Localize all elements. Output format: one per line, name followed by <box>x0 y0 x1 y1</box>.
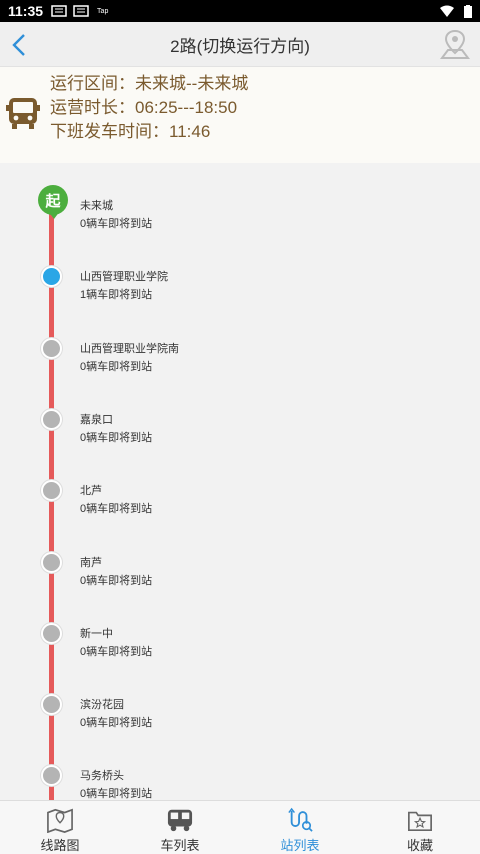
station-arrival-status: 1辆车即将到站 <box>80 289 153 302</box>
map-location-icon[interactable] <box>440 28 470 60</box>
notification-app-icon <box>73 5 89 17</box>
station-name: 嘉泉口 <box>80 413 113 426</box>
route-info-text: 运行区间：未来城--未来城 运营时长：06:25---18:50 下班发车时间：… <box>50 72 248 144</box>
station-item[interactable]: 滨汾花园 0辆车即将到站 <box>0 694 480 754</box>
station-item[interactable]: 未来城 0辆车即将到站 <box>0 195 480 255</box>
status-bar: 11:35 Tap <box>0 0 480 22</box>
tab-label: 线路图 <box>40 838 80 853</box>
clock: 11:35 <box>8 3 44 19</box>
tab-favorites[interactable]: 收藏 <box>360 801 480 854</box>
favorite-folder-icon <box>408 811 432 832</box>
station-name: 南芦 <box>80 556 102 569</box>
station-item[interactable]: 北芦 0辆车即将到站 <box>0 480 480 540</box>
battery-icon <box>464 4 472 18</box>
station-dot <box>41 551 62 573</box>
page-title[interactable]: 2路(切换运行方向) <box>170 32 310 57</box>
station-name: 北芦 <box>80 485 102 498</box>
tab-bus-list[interactable]: 车列表 <box>120 801 240 854</box>
station-arrival-status: 0辆车即将到站 <box>80 360 153 373</box>
station-name: 新一中 <box>80 627 113 640</box>
station-dot <box>41 337 62 359</box>
station-item[interactable]: 山西管理职业学院 1辆车即将到站 <box>0 266 480 326</box>
station-dot <box>41 694 62 716</box>
station-arrival-status: 0辆车即将到站 <box>80 645 153 658</box>
station-item[interactable]: 嘉泉口 0辆车即将到站 <box>0 408 480 469</box>
station-list[interactable]: 起 未来城 0辆车即将到站 山西管理职业学院 1辆车即将到站 山西管理职业学院南 0辆车即… <box>0 170 480 800</box>
station-arrival-status: 0辆车即将到站 <box>80 218 153 230</box>
tab-route-map[interactable]: 线路图 <box>0 801 120 854</box>
station-arrival-status: 0辆车即将到站 <box>80 788 153 800</box>
title-bar: 2路(切换运行方向) <box>0 22 480 67</box>
tab-label: 站列表 <box>280 838 320 853</box>
bottom-navigation: 线路图 车列表 站列表 收藏 <box>0 800 480 854</box>
station-dot <box>41 765 62 787</box>
station-arrival-status: 0辆车即将到站 <box>80 574 153 587</box>
tab-station-list[interactable]: 站列表 <box>240 801 360 854</box>
back-arrow-icon[interactable] <box>8 31 32 59</box>
station-dot <box>41 622 62 644</box>
bus-icon <box>6 98 40 129</box>
notification-app-icon <box>51 5 67 17</box>
bus-icon <box>167 809 193 832</box>
station-item[interactable]: 南芦 0辆车即将到站 <box>0 551 480 612</box>
station-dot <box>41 408 62 430</box>
active-station-dot <box>41 266 62 288</box>
station-arrival-status: 0辆车即将到站 <box>80 431 153 444</box>
station-item[interactable]: 马务桥头 0辆车即将到站 <box>0 765 480 800</box>
station-item[interactable]: 新一中 0辆车即将到站 <box>0 622 480 683</box>
station-name: 滨汾花园 <box>80 699 124 712</box>
notification-tap-label: Tap <box>97 7 109 15</box>
zigzag-divider <box>0 155 480 167</box>
station-arrival-status: 0辆车即将到站 <box>80 503 153 516</box>
map-icon <box>47 808 73 833</box>
route-info-panel: 运行区间：未来城--未来城 运营时长：06:25---18:50 下班发车时间：… <box>0 67 480 163</box>
station-name: 未来城 <box>80 200 113 212</box>
route-range: 运行区间：未来城--未来城 <box>50 74 249 93</box>
start-marker-icon: 起 <box>38 185 68 219</box>
station-dot <box>41 480 62 502</box>
next-departure: 下班发车时间：11:46 <box>50 122 211 141</box>
notification-icons: Tap <box>51 4 108 18</box>
tab-label: 车列表 <box>160 838 200 853</box>
station-item[interactable]: 山西管理职业学院南 0辆车即将到站 <box>0 337 480 398</box>
wifi-icon <box>440 5 454 17</box>
station-arrival-status: 0辆车即将到站 <box>80 717 153 730</box>
tab-label: 收藏 <box>406 838 433 853</box>
station-name: 山西管理职业学院 <box>80 271 168 284</box>
station-name: 山西管理职业学院南 <box>80 342 179 355</box>
station-list-icon <box>288 807 313 832</box>
operating-hours: 运营时长：06:25---18:50 <box>50 98 238 117</box>
station-name: 马务桥头 <box>80 770 124 783</box>
